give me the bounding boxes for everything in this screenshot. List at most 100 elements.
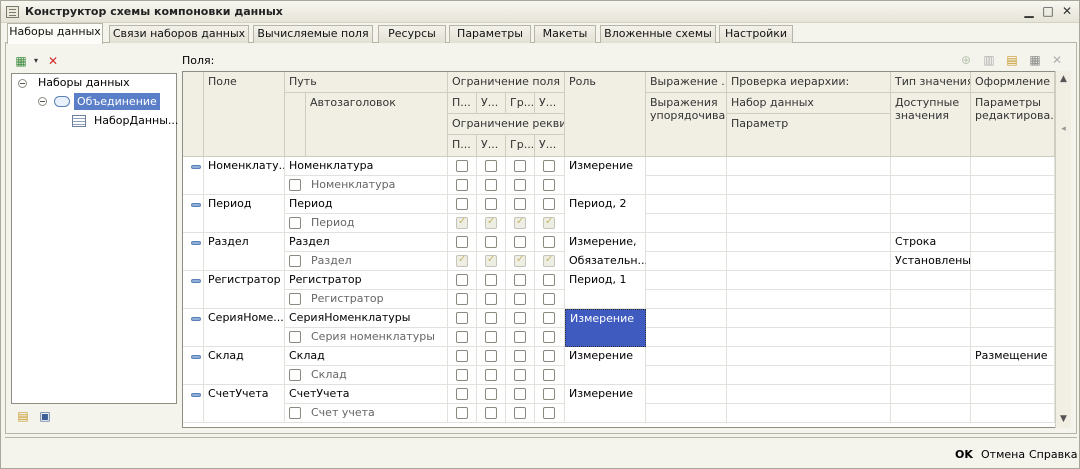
available-values-cell[interactable] xyxy=(891,328,971,347)
header-req-u[interactable]: У... xyxy=(477,135,506,157)
edit-params-cell[interactable] xyxy=(971,214,1055,233)
add-field-icon[interactable]: ⊕ xyxy=(958,52,974,68)
design-cell[interactable] xyxy=(971,309,1055,328)
path-cell[interactable]: Склад xyxy=(285,347,448,366)
tab-calculated-fields[interactable]: Вычисляемые поля xyxy=(253,25,373,43)
header-expression[interactable]: Выражение ... xyxy=(646,72,727,93)
req-restriction-checkbox[interactable] xyxy=(543,179,555,191)
req-restriction-checkbox[interactable] xyxy=(514,293,526,305)
ok-button[interactable]: OK xyxy=(955,448,973,461)
minimize-button[interactable]: ▁ xyxy=(1022,5,1036,19)
value-type-cell[interactable] xyxy=(891,309,971,328)
req-restriction-checkbox[interactable] xyxy=(543,216,555,229)
dropdown-arrow-icon[interactable]: ▾ xyxy=(28,53,44,69)
expression-cell[interactable] xyxy=(646,271,727,290)
expression-cell[interactable] xyxy=(646,385,727,404)
header-u[interactable]: У... xyxy=(477,93,506,114)
field-restriction-checkbox[interactable] xyxy=(456,350,468,362)
tab-parameters[interactable]: Параметры xyxy=(449,25,531,43)
field-restriction-checkbox[interactable] xyxy=(485,274,497,286)
path-cell[interactable]: Номенклатура xyxy=(285,157,448,176)
path-cell[interactable]: Период xyxy=(285,195,448,214)
title-cell[interactable]: Счет учета xyxy=(285,404,448,423)
req-restriction-checkbox[interactable] xyxy=(514,254,526,267)
expression-cell[interactable] xyxy=(646,347,727,366)
field-restriction-checkbox[interactable] xyxy=(485,350,497,362)
collapse-icon[interactable] xyxy=(18,79,27,88)
header-req-g[interactable]: Гр... xyxy=(506,135,535,157)
path-cell[interactable]: Регистратор xyxy=(285,271,448,290)
window-menu-icon[interactable] xyxy=(6,6,19,18)
role-cell-2[interactable]: Обязательн... xyxy=(565,252,646,271)
field-name-cell[interactable]: Номенклату... xyxy=(204,157,285,195)
title-cell[interactable]: Склад xyxy=(285,366,448,385)
field-restriction-checkbox[interactable] xyxy=(543,274,555,286)
field-restriction-checkbox[interactable] xyxy=(543,160,555,172)
req-restriction-checkbox[interactable] xyxy=(543,254,555,267)
hierarchy-dataset-cell[interactable] xyxy=(727,157,891,176)
header-available-values[interactable]: Доступные значения xyxy=(891,93,971,157)
field-restriction-checkbox[interactable] xyxy=(485,312,497,324)
edit-params-cell[interactable] xyxy=(971,290,1055,309)
expression-cell[interactable] xyxy=(646,195,727,214)
field-restriction-checkbox[interactable] xyxy=(456,274,468,286)
field-restriction-checkbox[interactable] xyxy=(456,388,468,400)
path-cell[interactable]: СчетУчета xyxy=(285,385,448,404)
value-type-cell[interactable] xyxy=(891,271,971,290)
header-value-type[interactable]: Тип значения xyxy=(891,72,971,93)
req-restriction-checkbox[interactable] xyxy=(456,293,468,305)
hierarchy-dataset-cell[interactable] xyxy=(727,233,891,252)
role-cell[interactable]: Измерение xyxy=(565,309,646,347)
tab-settings[interactable]: Настройки xyxy=(719,25,793,43)
vertical-scrollbar[interactable]: ▲ ◂ ▼ xyxy=(1055,71,1071,428)
available-values-cell[interactable] xyxy=(891,404,971,423)
edit-params-cell[interactable] xyxy=(971,366,1055,385)
order-expression-cell[interactable] xyxy=(646,404,727,423)
field-restriction-checkbox[interactable] xyxy=(543,236,555,248)
field-restriction-checkbox[interactable] xyxy=(485,160,497,172)
req-restriction-checkbox[interactable] xyxy=(543,331,555,343)
autotitle-checkbox[interactable] xyxy=(289,407,301,419)
field-restriction-checkbox[interactable] xyxy=(456,312,468,324)
header-dataset[interactable]: Набор данных xyxy=(727,93,891,114)
req-restriction-checkbox[interactable] xyxy=(514,179,526,191)
hierarchy-param-cell[interactable] xyxy=(727,328,891,347)
folder-icon[interactable]: ▤ xyxy=(15,408,31,424)
header-u2[interactable]: У... xyxy=(535,93,565,114)
path-cell[interactable]: Раздел xyxy=(285,233,448,252)
hierarchy-param-cell[interactable] xyxy=(727,252,891,271)
header-req-p[interactable]: П... xyxy=(448,135,477,157)
header-parameter[interactable]: Параметр xyxy=(727,114,891,157)
req-restriction-checkbox[interactable] xyxy=(485,293,497,305)
add-dataset-icon[interactable]: ▦ xyxy=(13,53,29,69)
header-req-u2[interactable]: У... xyxy=(535,135,565,157)
field-name-cell[interactable]: СерияНоме... xyxy=(204,309,285,347)
field-name-cell[interactable]: Раздел xyxy=(204,233,285,271)
title-cell[interactable]: Регистратор xyxy=(285,290,448,309)
hierarchy-dataset-cell[interactable] xyxy=(727,309,891,328)
available-values-cell[interactable] xyxy=(891,214,971,233)
order-expression-cell[interactable] xyxy=(646,214,727,233)
hierarchy-dataset-cell[interactable] xyxy=(727,347,891,366)
header-edit-params[interactable]: Параметры редактирова... xyxy=(971,93,1055,157)
field-restriction-checkbox[interactable] xyxy=(543,388,555,400)
header-field-restriction[interactable]: Ограничение поля xyxy=(448,72,565,93)
header-hierarchy-check[interactable]: Проверка иерархии: xyxy=(727,72,891,93)
header-g[interactable]: Гр... xyxy=(506,93,535,114)
save-icon[interactable]: ▣ xyxy=(37,408,53,424)
design-cell[interactable] xyxy=(971,271,1055,290)
design-cell[interactable] xyxy=(971,157,1055,176)
order-expression-cell[interactable] xyxy=(646,366,727,385)
field-restriction-checkbox[interactable] xyxy=(514,160,526,172)
field-restriction-checkbox[interactable] xyxy=(514,350,526,362)
delete-field-icon[interactable]: ✕ xyxy=(1049,52,1065,68)
field-restriction-checkbox[interactable] xyxy=(456,198,468,210)
autotitle-checkbox[interactable] xyxy=(289,331,301,343)
design-cell[interactable] xyxy=(971,385,1055,404)
req-restriction-checkbox[interactable] xyxy=(456,179,468,191)
field-restriction-checkbox[interactable] xyxy=(543,312,555,324)
title-cell[interactable]: Раздел xyxy=(285,252,448,271)
header-path[interactable]: Путь xyxy=(285,72,448,93)
req-restriction-checkbox[interactable] xyxy=(456,254,468,267)
title-cell[interactable]: Период xyxy=(285,214,448,233)
